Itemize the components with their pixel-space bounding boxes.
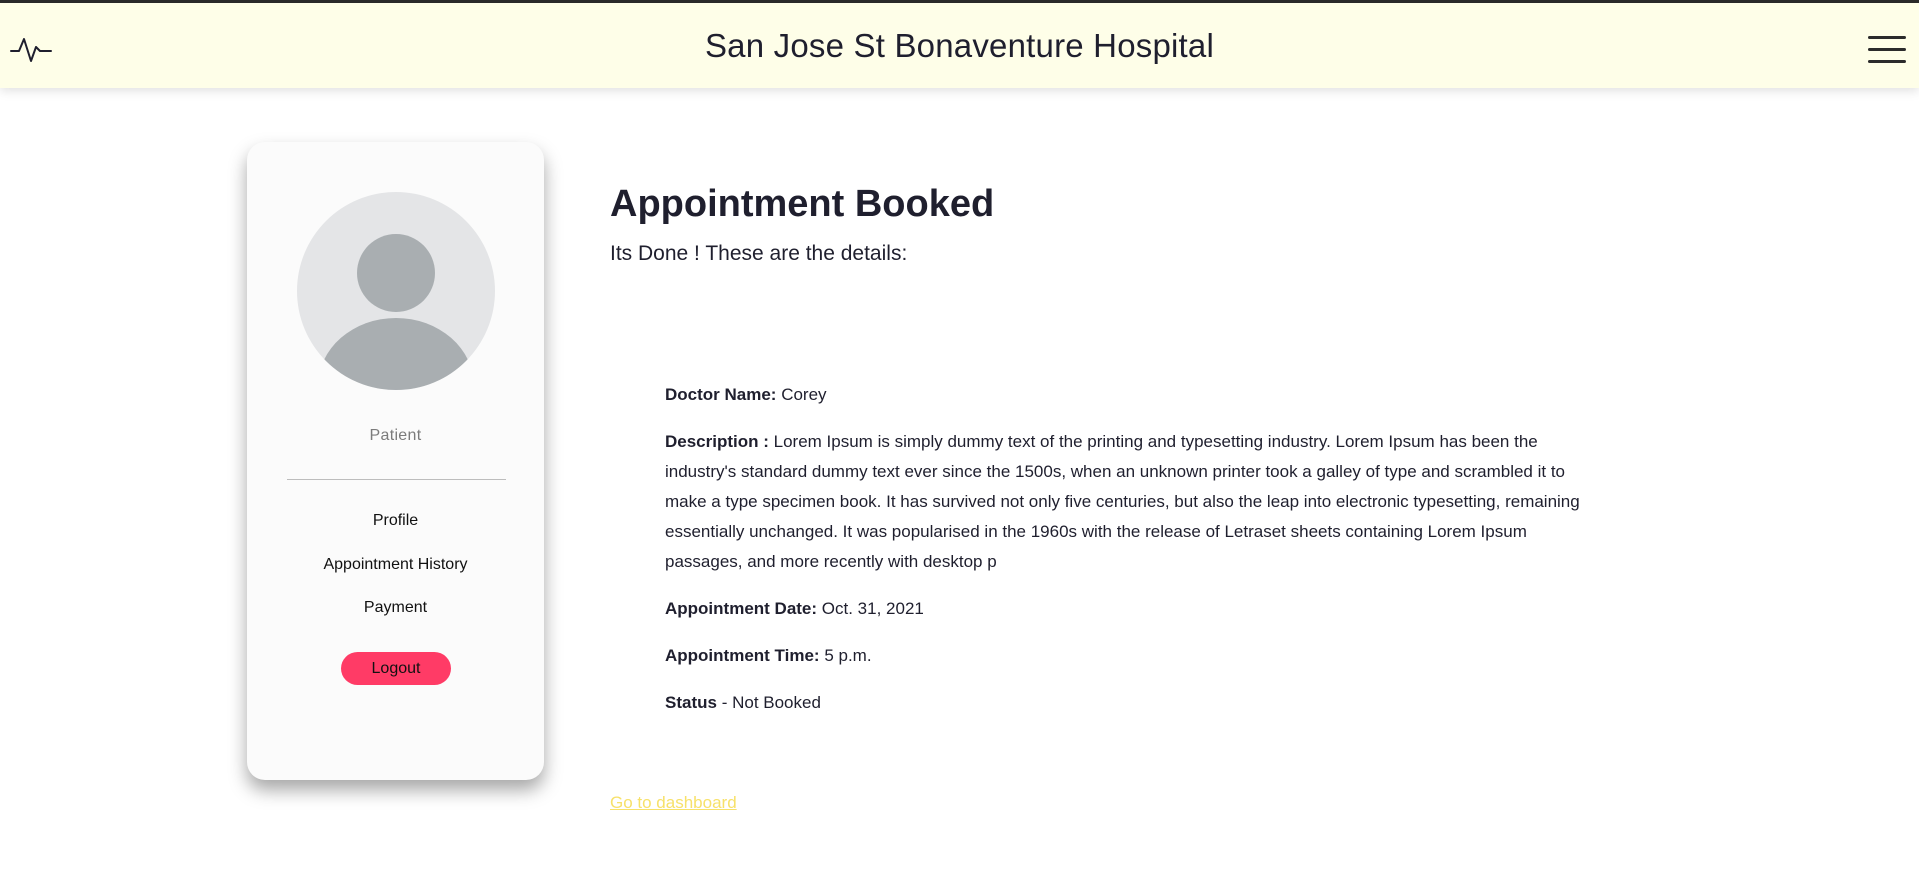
user-role: Patient — [369, 427, 422, 444]
appointment-date-label: Appointment Date: — [665, 599, 818, 618]
page-subtitle: Its Done ! These are the details: — [610, 242, 908, 265]
menu-bar — [1868, 36, 1906, 39]
status-value: - Not Booked — [721, 693, 821, 712]
profile-sidebar-card: Patient Profile Appointment History Paym… — [247, 142, 544, 780]
logout-button[interactable]: Logout — [341, 652, 451, 685]
doctor-name-label: Doctor Name: — [665, 385, 777, 404]
hamburger-menu-icon[interactable] — [1868, 34, 1908, 66]
doctor-name-row: Doctor Name: Corey — [665, 380, 1600, 410]
sidebar-item-profile[interactable]: Profile — [247, 512, 544, 530]
appointment-time-label: Appointment Time: — [665, 646, 820, 665]
page-title: Appointment Booked — [610, 183, 995, 225]
appointment-time-value: 5 p.m. — [824, 646, 872, 665]
menu-bar — [1868, 60, 1906, 63]
app-header: San Jose St Bonaventure Hospital — [0, 3, 1919, 88]
sidebar-item-payment[interactable]: Payment — [247, 599, 544, 617]
appointment-time-row: Appointment Time: 5 p.m. — [665, 641, 1600, 671]
description-value: Lorem Ipsum is simply dummy text of the … — [665, 432, 1580, 571]
menu-bar — [1868, 48, 1906, 51]
appointment-date-row: Appointment Date: Oct. 31, 2021 — [665, 594, 1600, 624]
heartbeat-pulse-icon[interactable] — [10, 31, 52, 67]
appointment-details: Doctor Name: Corey Description : Lorem I… — [665, 380, 1600, 735]
status-label: Status — [665, 693, 717, 712]
app-title: San Jose St Bonaventure Hospital — [704, 26, 1215, 64]
user-avatar-icon — [297, 192, 495, 390]
doctor-name-value: Corey — [781, 385, 827, 404]
go-to-dashboard-link[interactable]: Go to dashboard — [610, 793, 737, 813]
appointment-date-value: Oct. 31, 2021 — [821, 599, 924, 618]
sidebar-item-appointment-history[interactable]: Appointment History — [247, 556, 544, 574]
divider — [287, 479, 506, 480]
description-row: Description : Lorem Ipsum is simply dumm… — [665, 427, 1600, 577]
status-row: Status - Not Booked — [665, 688, 1600, 718]
description-label: Description : — [665, 432, 769, 451]
